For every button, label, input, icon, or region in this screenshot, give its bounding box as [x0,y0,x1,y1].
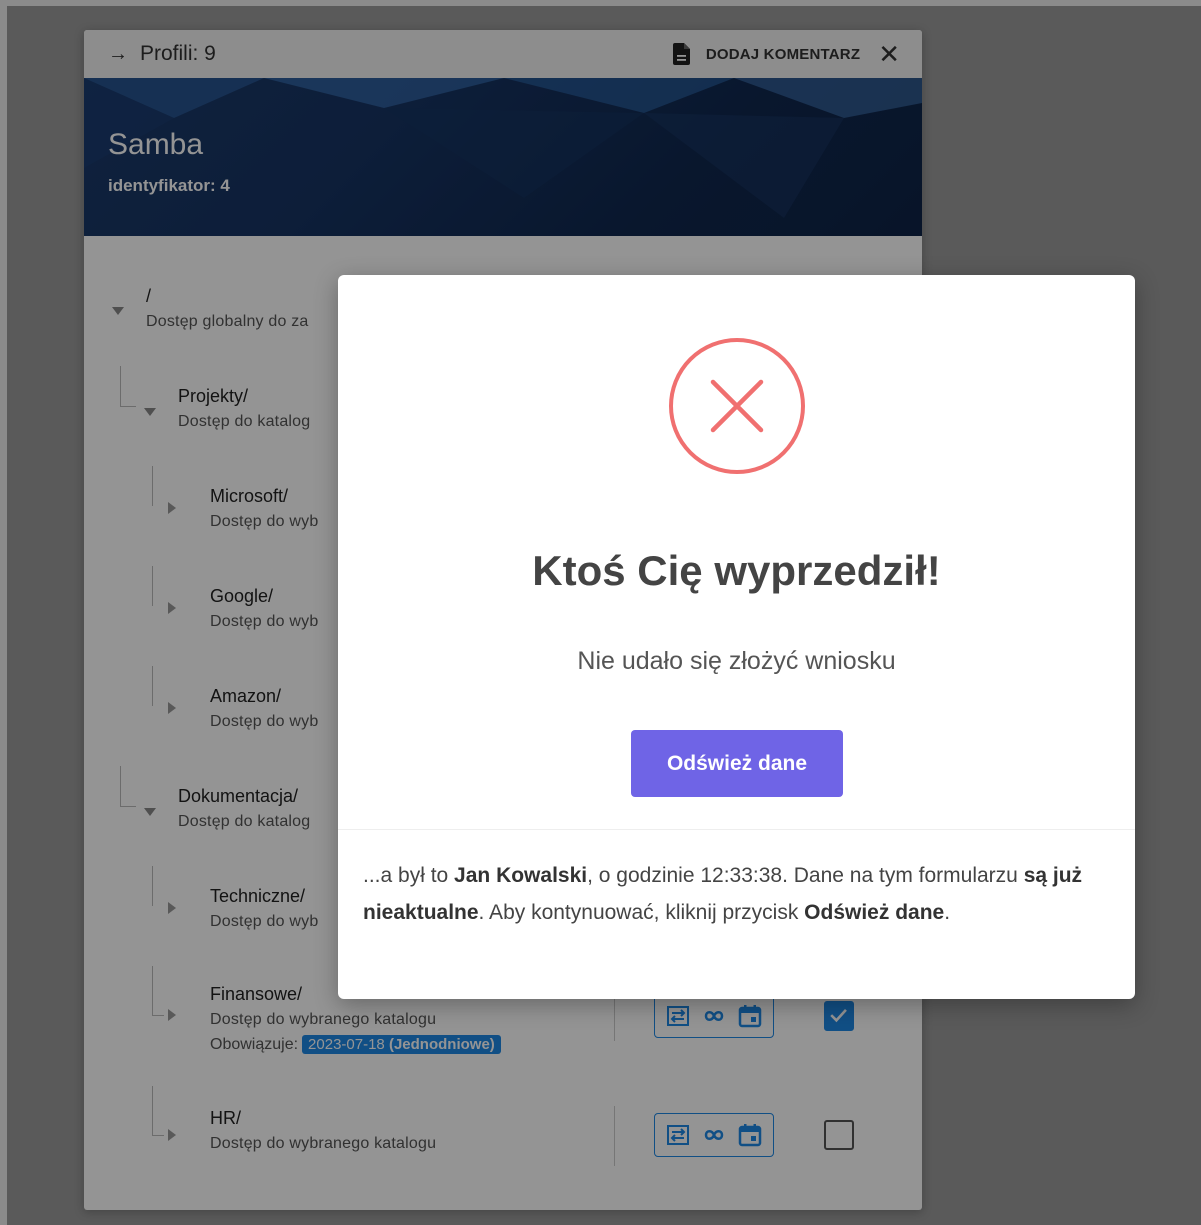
footer-text: , o godzinie 12:33:38. Dane na tym formu… [587,864,1024,887]
footer-text: . [944,901,951,924]
dialog-title: Ktoś Cię wyprzedził! [532,547,941,594]
footer-text: . Aby kontynuować, kliknij przycisk [478,901,805,924]
dialog-divider [338,829,1135,830]
dialog-footer-text: ...a był to Jan Kowalski, o godzinie 12:… [363,857,1103,931]
error-circle-icon [669,338,805,474]
refresh-data-button[interactable]: Odśwież dane [631,730,843,797]
error-dialog: Ktoś Cię wyprzedził! Nie udało się złoży… [338,275,1135,999]
dialog-subtitle: Nie udało się złożyć wniosku [577,647,896,675]
footer-user: Jan Kowalski [454,864,588,887]
footer-button-ref: Odśwież dane [804,901,945,924]
footer-text: ...a był to [363,864,455,887]
